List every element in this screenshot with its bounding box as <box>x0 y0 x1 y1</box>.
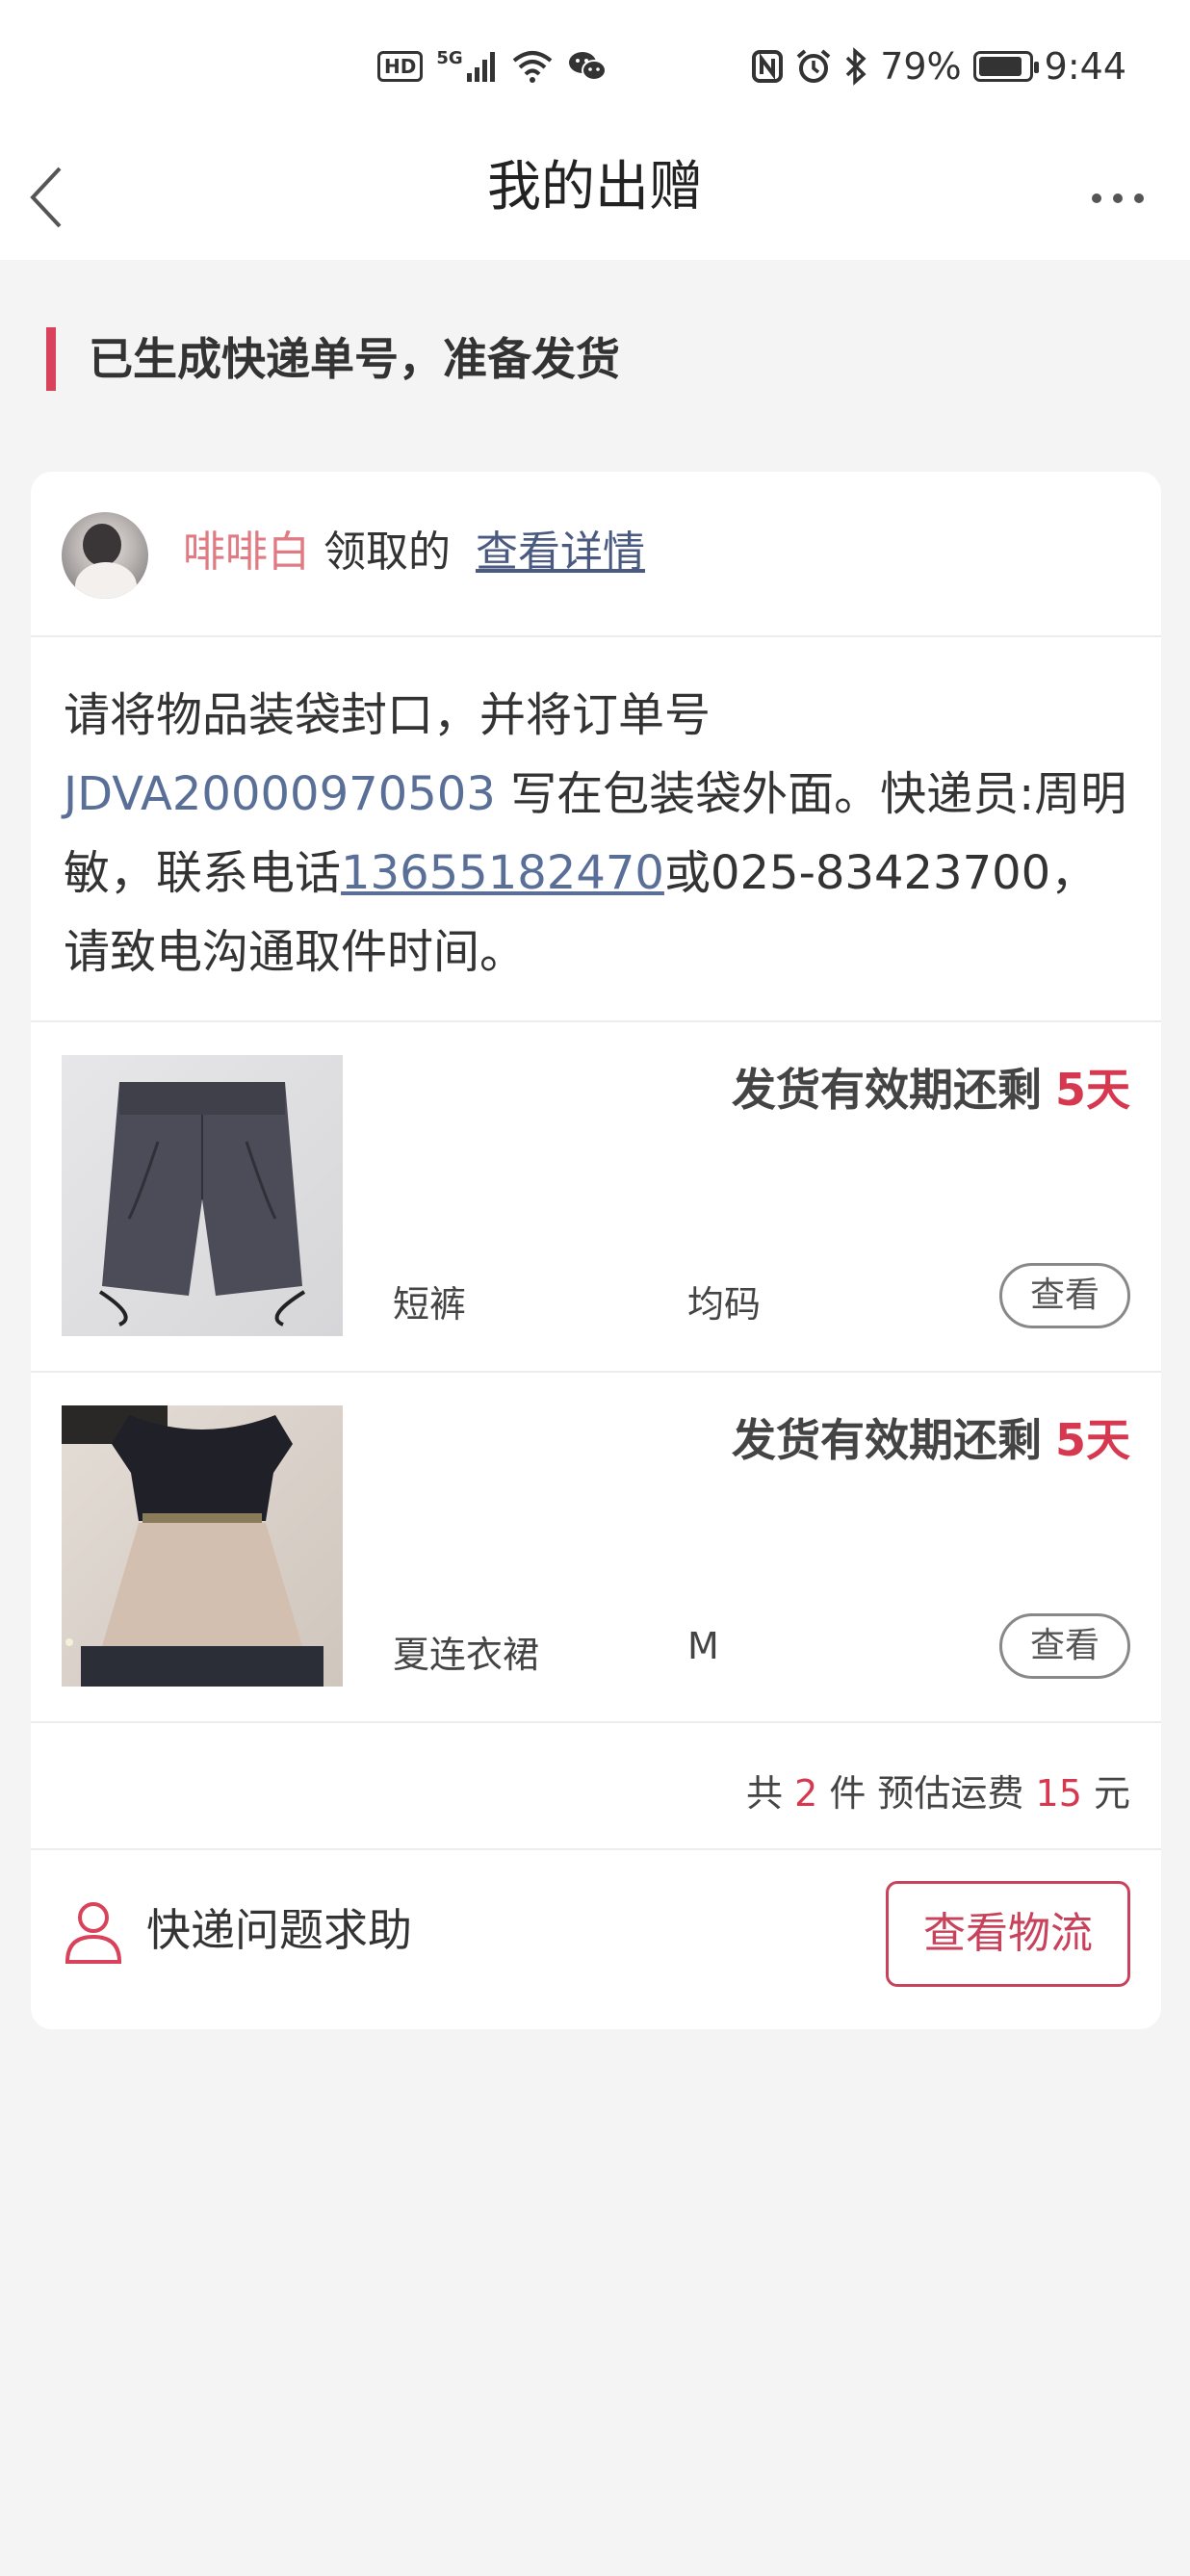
deadline-label: 发货有效期还剩 <box>731 1064 1042 1116</box>
alarm-icon <box>796 49 831 83</box>
donation-card: 啡啡白 领取的 查看详情 请将物品装袋封口，并将订单号 JDVA20000970… <box>31 472 1161 2029</box>
item-name: 短裤 <box>393 1283 467 1326</box>
deadline-label: 发货有效期还剩 <box>731 1414 1042 1466</box>
order-summary: 共 2 件 预估运费 15 元 <box>746 1764 1130 1816</box>
page-title: 我的出赠 <box>487 156 703 219</box>
summary-prefix: 共 <box>745 1772 783 1815</box>
status-bar: HD 5G 79% 9:44 <box>0 0 1190 135</box>
list-item: 发货有效期还剩 5天 短裤 均码 查看 <box>31 1022 1161 1371</box>
view-details-link[interactable]: 查看详情 <box>476 528 645 577</box>
view-item-button[interactable]: 查看 <box>999 1263 1130 1328</box>
courier-help-link[interactable]: 快递问题求助 <box>146 1900 412 1960</box>
recipient-name[interactable]: 啡啡白 <box>183 528 310 577</box>
nav-bar: 我的出赠 <box>0 135 1190 260</box>
view-logistics-button[interactable]: 查看物流 <box>886 1881 1130 1987</box>
dress-image <box>62 1405 323 1687</box>
battery-icon <box>972 51 1039 82</box>
summary-unit: 件 预估运费 <box>829 1772 1024 1815</box>
recipient-line: 啡啡白 领取的 查看详情 <box>183 522 645 583</box>
avatar[interactable] <box>62 512 148 599</box>
list-item: 发货有效期还剩 5天 夏连衣裙 M 查看 <box>31 1373 1161 1721</box>
order-number: JDVA20000970503 <box>64 767 496 821</box>
section-heading: 已生成快递单号，准备发货 <box>46 327 620 391</box>
item-count: 2 <box>794 1772 818 1815</box>
item-size: M <box>687 1625 719 1667</box>
bluetooth-icon <box>845 47 867 86</box>
view-item-button[interactable]: 查看 <box>999 1613 1130 1679</box>
battery-percent: 79% <box>880 45 962 88</box>
wifi-icon <box>512 51 552 83</box>
item-image-dress[interactable] <box>62 1405 343 1687</box>
courier-phone-link[interactable]: 13655182470 <box>341 846 664 900</box>
deadline-days: 5天 <box>1054 1064 1130 1116</box>
status-left-icons: HD 5G <box>377 42 608 90</box>
deadline-days: 5天 <box>1054 1414 1130 1466</box>
item-name: 夏连衣裙 <box>393 1634 540 1676</box>
recipient-row: 啡啡白 领取的 查看详情 <box>31 472 1161 637</box>
shipping-instructions: 请将物品装袋封口，并将订单号 JDVA20000970503 写在包装袋外面。快… <box>64 676 1132 992</box>
divider <box>31 1721 1161 1723</box>
nfc-icon <box>752 50 784 83</box>
help-row: 快递问题求助 查看物流 <box>31 1850 1161 2029</box>
clock: 9:44 <box>1044 45 1126 88</box>
instruction-prefix: 请将物品装袋封口，并将订单号 <box>64 688 711 742</box>
wechat-icon <box>568 52 607 81</box>
shipping-fee: 15 <box>1035 1772 1082 1815</box>
ship-deadline: 发货有效期还剩 5天 <box>732 1055 1130 1119</box>
battery-level-fill <box>978 57 1022 76</box>
shorts-image <box>98 1082 306 1327</box>
user-icon[interactable] <box>64 1900 123 1964</box>
hd-icon: HD <box>377 51 424 82</box>
more-button[interactable] <box>1084 169 1151 227</box>
network-type: 5G <box>436 48 463 68</box>
item-image-shorts[interactable] <box>62 1055 343 1336</box>
currency-label: 元 <box>1093 1772 1130 1815</box>
status-right-icons: 79% 9:44 <box>751 42 1126 90</box>
signal-icon: 5G <box>436 50 497 83</box>
received-label: 领取的 <box>323 528 451 577</box>
more-dots-icon <box>1092 193 1144 203</box>
item-size: 均码 <box>687 1283 762 1326</box>
ship-deadline: 发货有效期还剩 5天 <box>732 1405 1130 1469</box>
